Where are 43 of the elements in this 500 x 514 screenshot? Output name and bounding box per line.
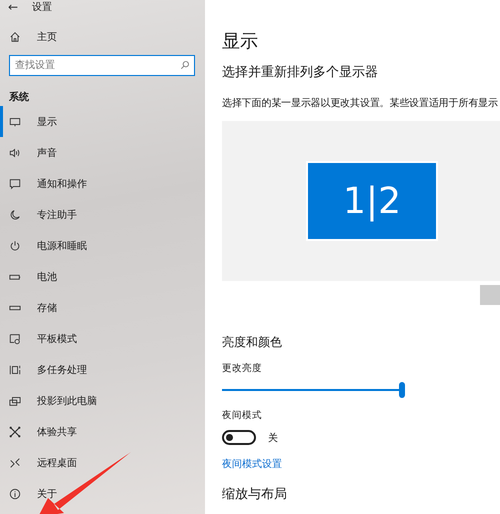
sidebar-item[interactable]: 体验共享	[0, 416, 205, 447]
section-heading: 系统	[9, 90, 30, 104]
section-title: 缩放与布局	[222, 486, 288, 503]
night-mode-settings-link[interactable]: 夜间模式设置	[222, 457, 282, 471]
sidebar-item[interactable]: 通知和操作	[0, 168, 205, 199]
night-mode-label: 夜间模式	[222, 409, 263, 422]
toggle-state: 关	[268, 432, 278, 444]
home-link[interactable]: 主页	[0, 22, 205, 52]
section-title: 选择并重新排列多个显示器	[222, 64, 379, 81]
tablet-icon	[9, 332, 21, 344]
sidebar-item[interactable]: 远程桌面	[0, 447, 205, 478]
sidebar-item[interactable]: 专注助手	[0, 199, 205, 230]
toggle-switch[interactable]	[222, 430, 256, 445]
sidebar-item[interactable]: 平板模式	[0, 323, 205, 354]
sidebar-item[interactable]: 关于	[0, 478, 205, 509]
message-icon	[9, 178, 21, 190]
monitor-icon	[9, 116, 21, 128]
back-button[interactable]: ←	[8, 0, 18, 12]
sidebar-item[interactable]: 电源和睡眠	[0, 230, 205, 261]
section-title: 亮度和颜色	[222, 334, 283, 351]
share-icon	[9, 426, 21, 438]
brightness-slider[interactable]	[222, 382, 402, 398]
screens-icon	[9, 394, 21, 406]
description-text: 选择下面的某一显示器以更改其设置。某些设置适用于所有显示	[222, 96, 499, 110]
sidebar-item[interactable]: 多任务处理	[0, 354, 205, 385]
multitask-icon	[9, 364, 21, 376]
search-icon	[180, 60, 190, 70]
window-title: 设置	[32, 0, 52, 14]
search-field[interactable]: 查找设置	[9, 55, 195, 76]
power-icon	[9, 240, 21, 252]
sidebar-item[interactable]: 投影到此电脑	[0, 385, 205, 416]
monitor-tile[interactable]: 1|2	[306, 161, 438, 241]
info-icon	[9, 488, 21, 500]
home-icon	[9, 31, 21, 43]
remote-icon	[9, 456, 21, 468]
sidebar-item[interactable]: 电池	[0, 261, 205, 292]
page-title: 显示	[222, 30, 259, 53]
sidebar-item[interactable]: 声音	[0, 137, 205, 168]
brightness-label: 更改亮度	[222, 362, 263, 375]
speaker-icon	[9, 146, 21, 158]
slider-thumb[interactable]	[399, 382, 405, 398]
moon-icon	[9, 208, 21, 220]
sidebar-item[interactable]: 存储	[0, 292, 205, 323]
